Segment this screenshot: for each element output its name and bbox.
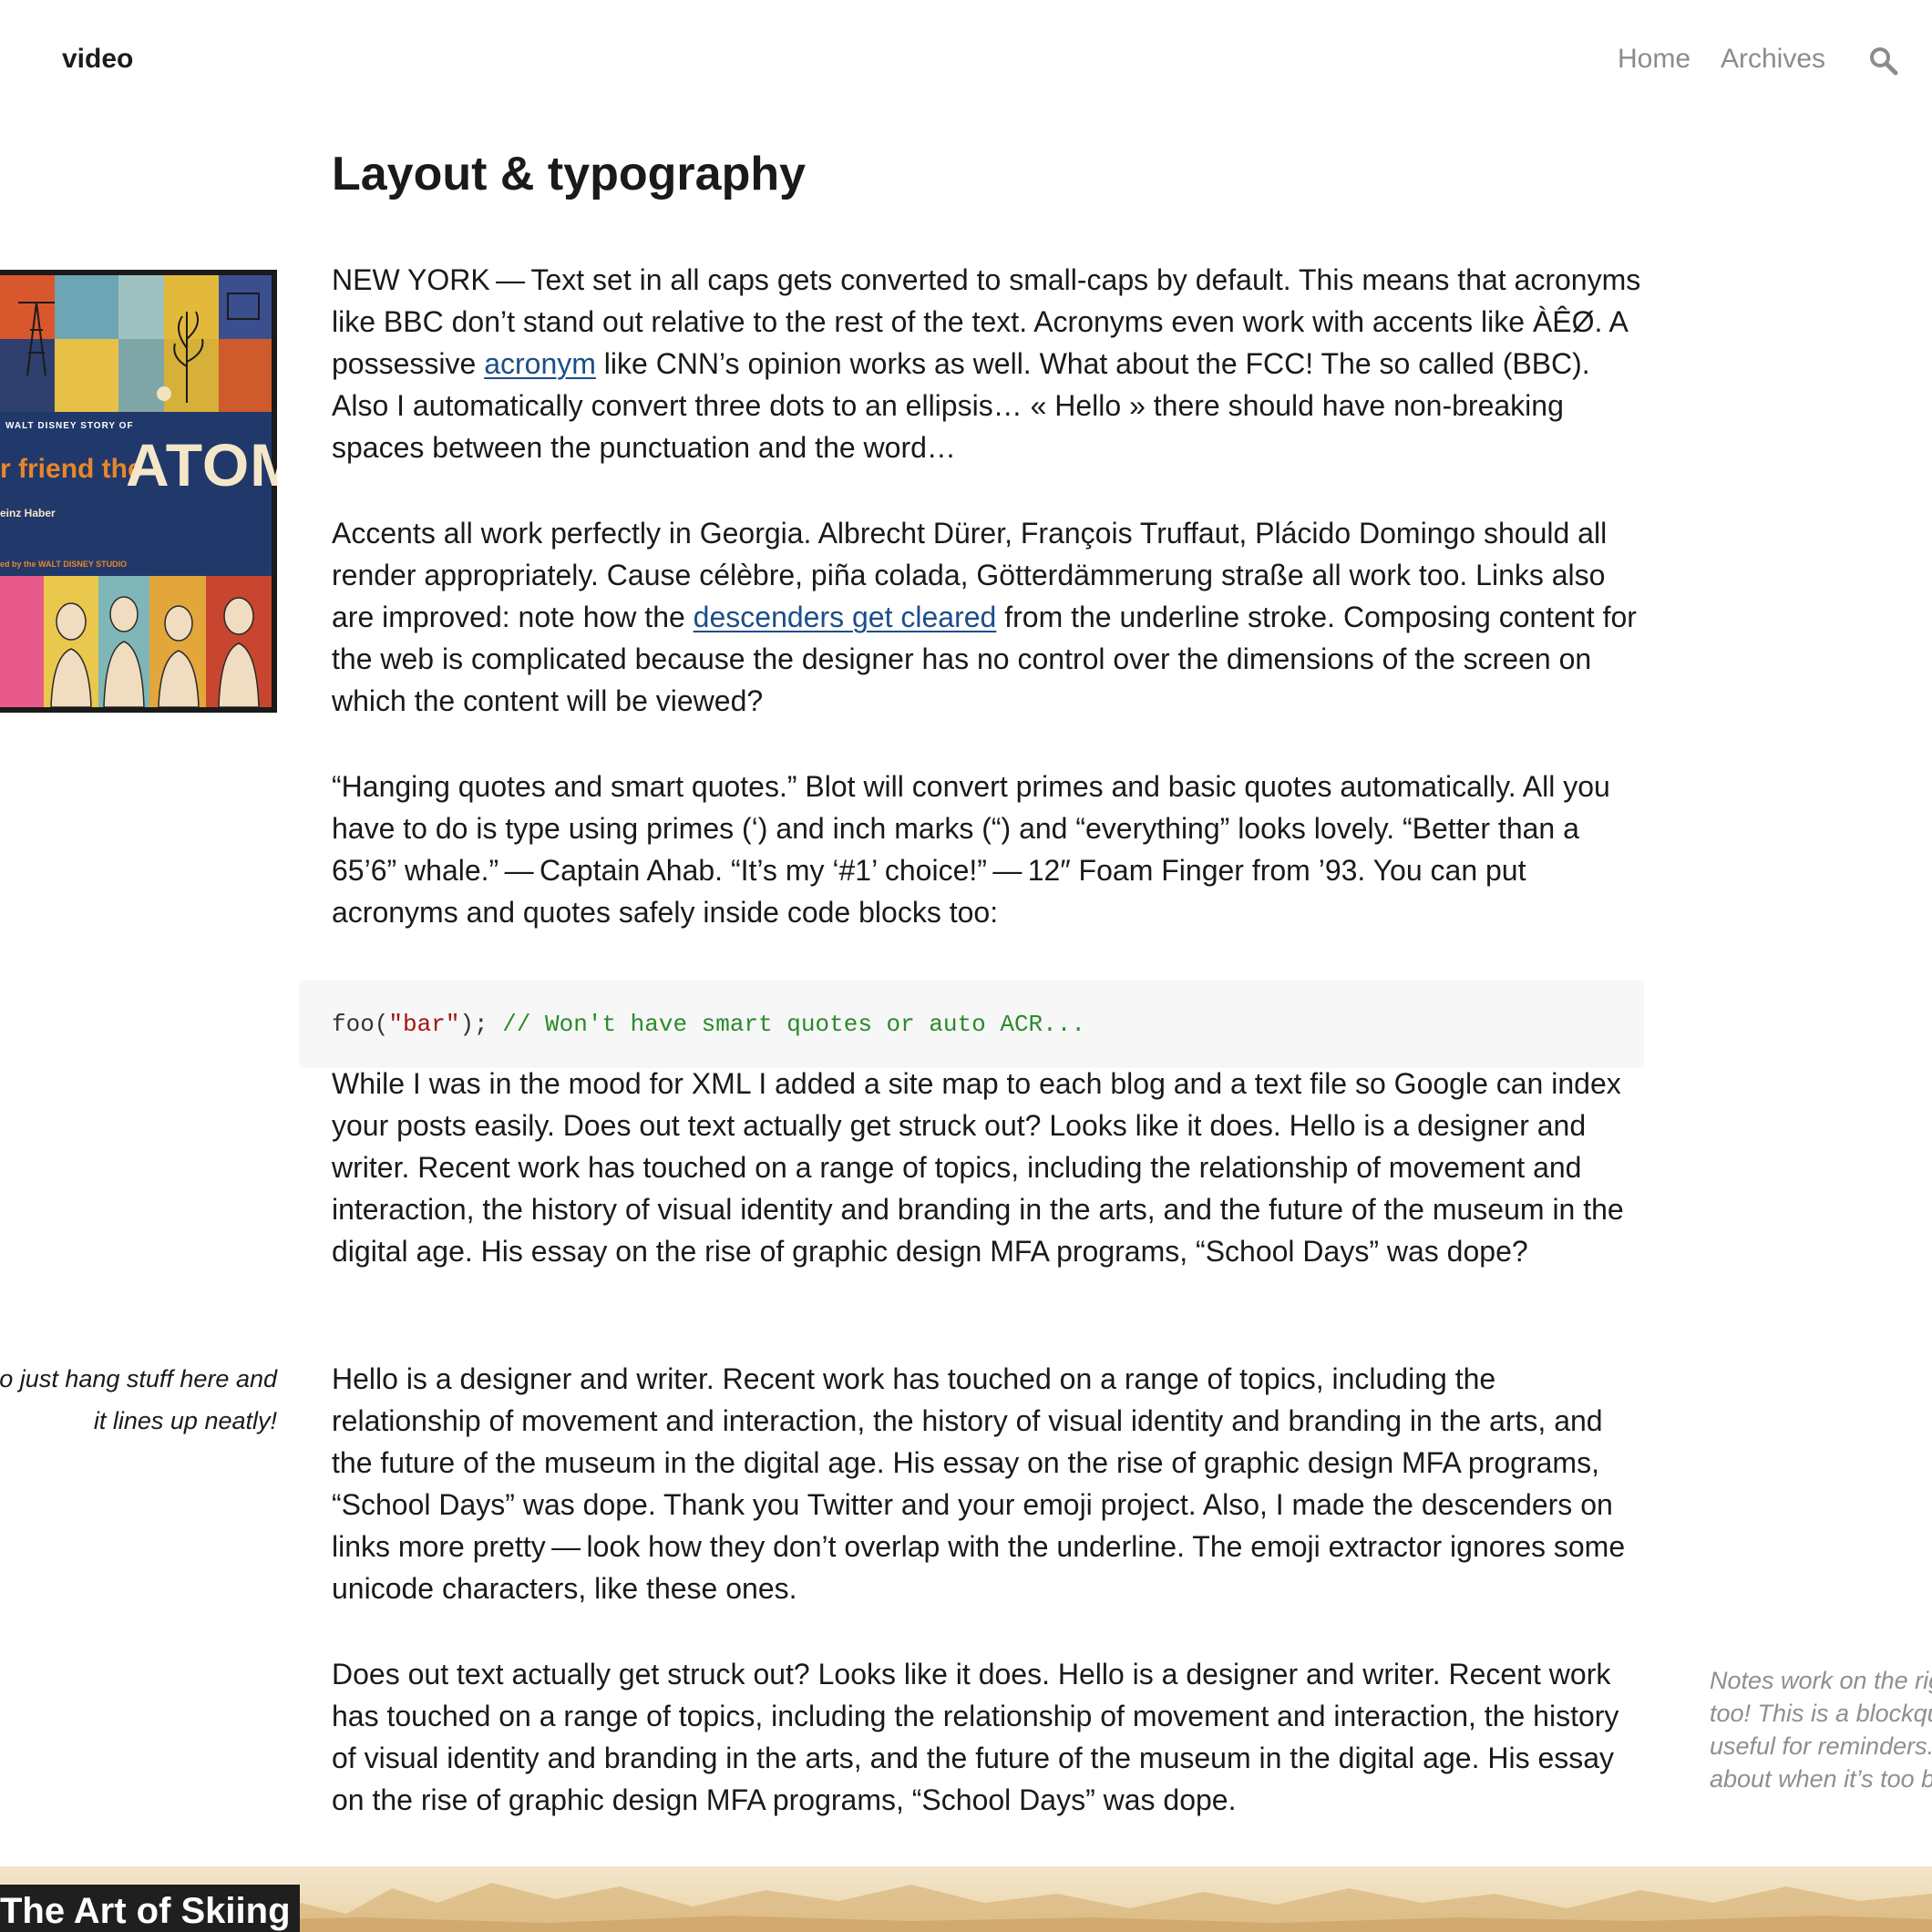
search-icon[interactable] bbox=[1868, 46, 1899, 77]
atom-cover-subtitle: WALT DISNEY STORY OF bbox=[5, 421, 134, 431]
atom-cover-title: ATOM bbox=[126, 431, 277, 498]
paragraph-small-caps: NEW YORK — Text set in all caps gets con… bbox=[332, 259, 1644, 468]
acronym-link[interactable]: acronym bbox=[484, 347, 596, 380]
site-header: video Home Archives bbox=[0, 0, 1932, 128]
paragraph-struck-out: Does out text actually get struck out? L… bbox=[332, 1658, 1619, 1816]
post-title: Layout & typography bbox=[332, 148, 807, 200]
paragraph-accents: Accents all work perfectly in Georgia. A… bbox=[332, 512, 1644, 722]
nav-home-link[interactable]: Home bbox=[1618, 44, 1690, 75]
code-block: foo("bar"); // Won't have smart quotes o… bbox=[299, 981, 1644, 1068]
right-side-note: Notes work on the right side too! This i… bbox=[1710, 1667, 1932, 1793]
nav-archives-link[interactable]: Archives bbox=[1721, 44, 1825, 75]
code-string: "bar" bbox=[388, 1011, 460, 1038]
descenders-link[interactable]: descenders get cleared bbox=[694, 601, 997, 633]
next-post-title[interactable]: The Art of Skiing bbox=[0, 1885, 300, 1932]
code-punctuation: ); bbox=[459, 1011, 503, 1038]
code-comment: // Won't have smart quotes or auto ACR..… bbox=[502, 1011, 1085, 1038]
atom-cover-friend-text: r friend the bbox=[0, 454, 143, 484]
next-post-banner-image[interactable]: The Art of Skiing bbox=[0, 1866, 1932, 1932]
code-function: foo( bbox=[332, 1011, 389, 1038]
main-nav: Home Archives bbox=[1385, 44, 1932, 80]
atom-cover-art: WALT DISNEY STORY OF r friend the ATOM e… bbox=[0, 275, 277, 707]
site-title-link[interactable]: video bbox=[62, 44, 133, 75]
atom-cover-author: einz Haber bbox=[0, 507, 56, 519]
paragraph-designer: Hello is a designer and writer. Recent w… bbox=[332, 1362, 1626, 1605]
atom-book-cover-image: WALT DISNEY STORY OF r friend the ATOM e… bbox=[0, 270, 277, 713]
left-side-note: I can also just hang stuff here and it l… bbox=[0, 1365, 277, 1434]
atom-cover-studio: ed by the WALT DISNEY STUDIO bbox=[0, 560, 128, 569]
paragraph-xml: While I was in the mood for XML I added … bbox=[332, 1067, 1624, 1268]
paragraph-quotes: “Hanging quotes and smart quotes.” Blot … bbox=[332, 770, 1610, 929]
post-article: Layout & typography NEW YORK — Text set … bbox=[299, 146, 1644, 1816]
